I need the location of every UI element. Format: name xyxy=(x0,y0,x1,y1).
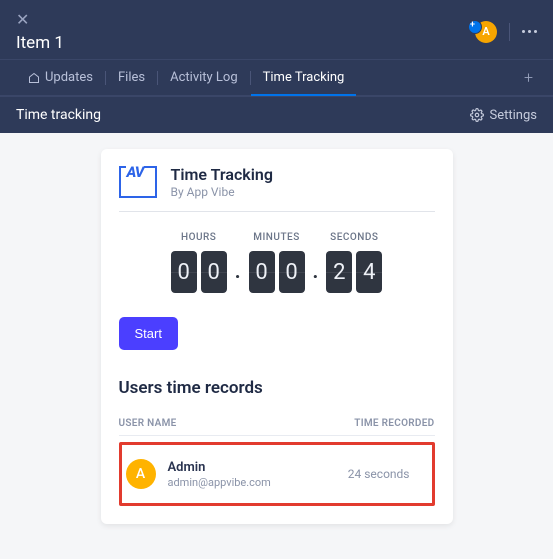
app-byline: By App Vibe xyxy=(171,185,273,199)
app-logo: AV xyxy=(119,166,157,198)
item-title: Item 1 xyxy=(16,33,64,53)
timer: HOURS 0 0 . MINUTES 0 0 . SECONDS 2 4 xyxy=(119,212,435,307)
panel-header: ✕ Item 1 A Updates Files Activity Log Ti… xyxy=(0,0,553,133)
time-recorded-value: 24 seconds xyxy=(348,467,428,481)
minutes-digit-1: 0 xyxy=(249,251,275,293)
column-user-name: USER NAME xyxy=(119,418,177,429)
settings-label: Settings xyxy=(490,108,537,123)
subheader-title: Time tracking xyxy=(16,107,101,123)
tab-label: Time Tracking xyxy=(263,70,345,85)
user-avatar-initial: A xyxy=(136,466,145,482)
gear-icon xyxy=(470,108,484,122)
settings-button[interactable]: Settings xyxy=(470,108,537,123)
user-cell: A Admin admin@appvibe.com xyxy=(126,459,271,489)
table-row: A Admin admin@appvibe.com 24 seconds xyxy=(119,442,435,506)
tab-activity-log[interactable]: Activity Log xyxy=(158,60,250,95)
topbar: ✕ Item 1 A xyxy=(0,0,553,59)
hours-digit-2: 0 xyxy=(201,251,227,293)
seconds-digit-1: 2 xyxy=(326,251,352,293)
members-avatar[interactable]: A xyxy=(475,21,497,43)
seconds-label: SECONDS xyxy=(326,232,382,243)
timer-separator: . xyxy=(235,259,241,293)
hours-label: HOURS xyxy=(171,232,227,243)
seconds-digit-2: 4 xyxy=(356,251,382,293)
divider xyxy=(509,23,510,41)
minutes-label: MINUTES xyxy=(249,232,305,243)
tab-files[interactable]: Files xyxy=(106,60,157,95)
timer-separator: . xyxy=(313,259,319,293)
tab-label: Activity Log xyxy=(170,70,238,85)
user-email: admin@appvibe.com xyxy=(168,476,271,489)
timer-minutes: MINUTES 0 0 xyxy=(249,232,305,293)
add-tab-icon[interactable]: + xyxy=(520,68,537,87)
user-name: Admin xyxy=(168,460,271,475)
avatar-initial: A xyxy=(482,25,489,38)
app-name: Time Tracking xyxy=(171,165,273,184)
records-title: Users time records xyxy=(119,378,435,398)
tab-label: Files xyxy=(118,70,145,85)
timer-seconds: SECONDS 2 4 xyxy=(326,232,382,293)
column-time-recorded: TIME RECORDED xyxy=(354,418,434,429)
tab-updates[interactable]: Updates xyxy=(16,60,105,95)
records-table-head: USER NAME TIME RECORDED xyxy=(119,412,435,436)
content-area: AV Time Tracking By App Vibe HOURS 0 0 .… xyxy=(0,133,553,540)
close-icon[interactable]: ✕ xyxy=(16,10,29,29)
timer-hours: HOURS 0 0 xyxy=(171,232,227,293)
more-options-icon[interactable] xyxy=(522,30,537,33)
user-avatar: A xyxy=(126,459,156,489)
tabs: Updates Files Activity Log Time Tracking… xyxy=(0,59,553,96)
tab-label: Updates xyxy=(45,70,93,85)
app-header: AV Time Tracking By App Vibe xyxy=(119,165,435,212)
home-icon xyxy=(28,72,40,84)
subheader: Time tracking Settings xyxy=(0,96,553,133)
minutes-digit-2: 0 xyxy=(279,251,305,293)
hours-digit-1: 0 xyxy=(171,251,197,293)
time-tracking-card: AV Time Tracking By App Vibe HOURS 0 0 .… xyxy=(101,149,453,524)
app-logo-text: AV xyxy=(126,163,145,181)
tab-time-tracking[interactable]: Time Tracking xyxy=(251,60,357,95)
start-button[interactable]: Start xyxy=(119,317,178,350)
